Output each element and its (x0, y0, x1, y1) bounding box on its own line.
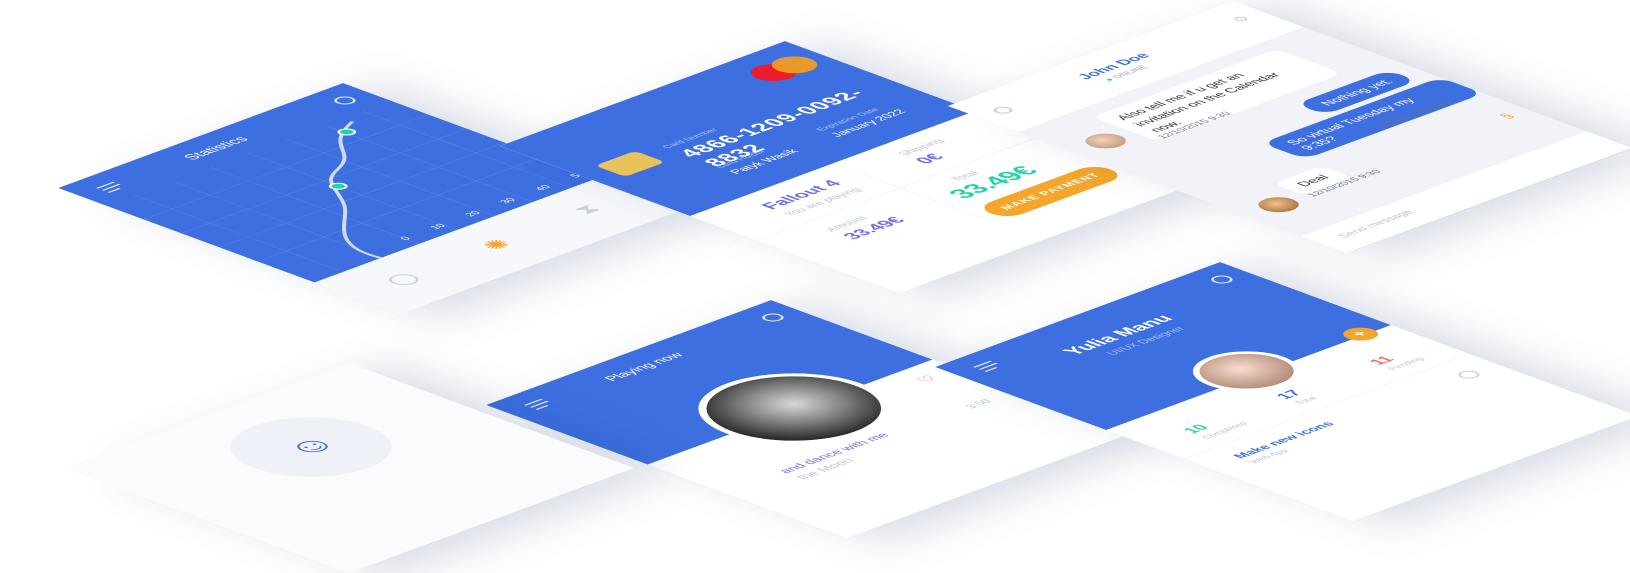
settings-icon[interactable] (757, 311, 789, 324)
song-duration: 3:50 (962, 398, 995, 410)
settings-icon[interactable] (329, 94, 361, 107)
mastercard-logo (741, 52, 827, 85)
clock-icon[interactable] (382, 272, 425, 288)
menu-icon[interactable] (524, 398, 554, 410)
hourglass-icon[interactable]: ⧗ (567, 202, 606, 217)
profile-screen: Yulia Manu UI/UX Designer + 10 Completed… (935, 262, 1630, 521)
page-title: Playing now (600, 350, 687, 383)
gear-icon[interactable]: ⚙ (1227, 14, 1255, 24)
menu-icon[interactable] (96, 181, 126, 193)
data-point (337, 128, 357, 136)
card-number: 4866-1209-0092-8832 (672, 86, 872, 169)
back-icon[interactable] (989, 105, 1017, 116)
settings-icon[interactable] (1206, 273, 1238, 286)
avatar (1250, 194, 1308, 216)
emoji-icon[interactable]: § (1495, 112, 1518, 120)
menu-icon[interactable] (973, 360, 1003, 372)
shipping-value: 0€ (910, 151, 949, 166)
heart-icon[interactable]: ♡ (912, 373, 945, 385)
message-input-bar: Send message (1301, 131, 1630, 253)
avatar (1077, 130, 1135, 152)
scene: Statistics 0 10 20 30 40 ✺ ⧗ Card Number… (0, 0, 1630, 573)
message-input[interactable]: Send message (1336, 209, 1417, 239)
atom-icon[interactable]: ✺ (474, 236, 521, 253)
card-chip (595, 150, 666, 177)
task-checkbox[interactable] (1453, 369, 1485, 381)
